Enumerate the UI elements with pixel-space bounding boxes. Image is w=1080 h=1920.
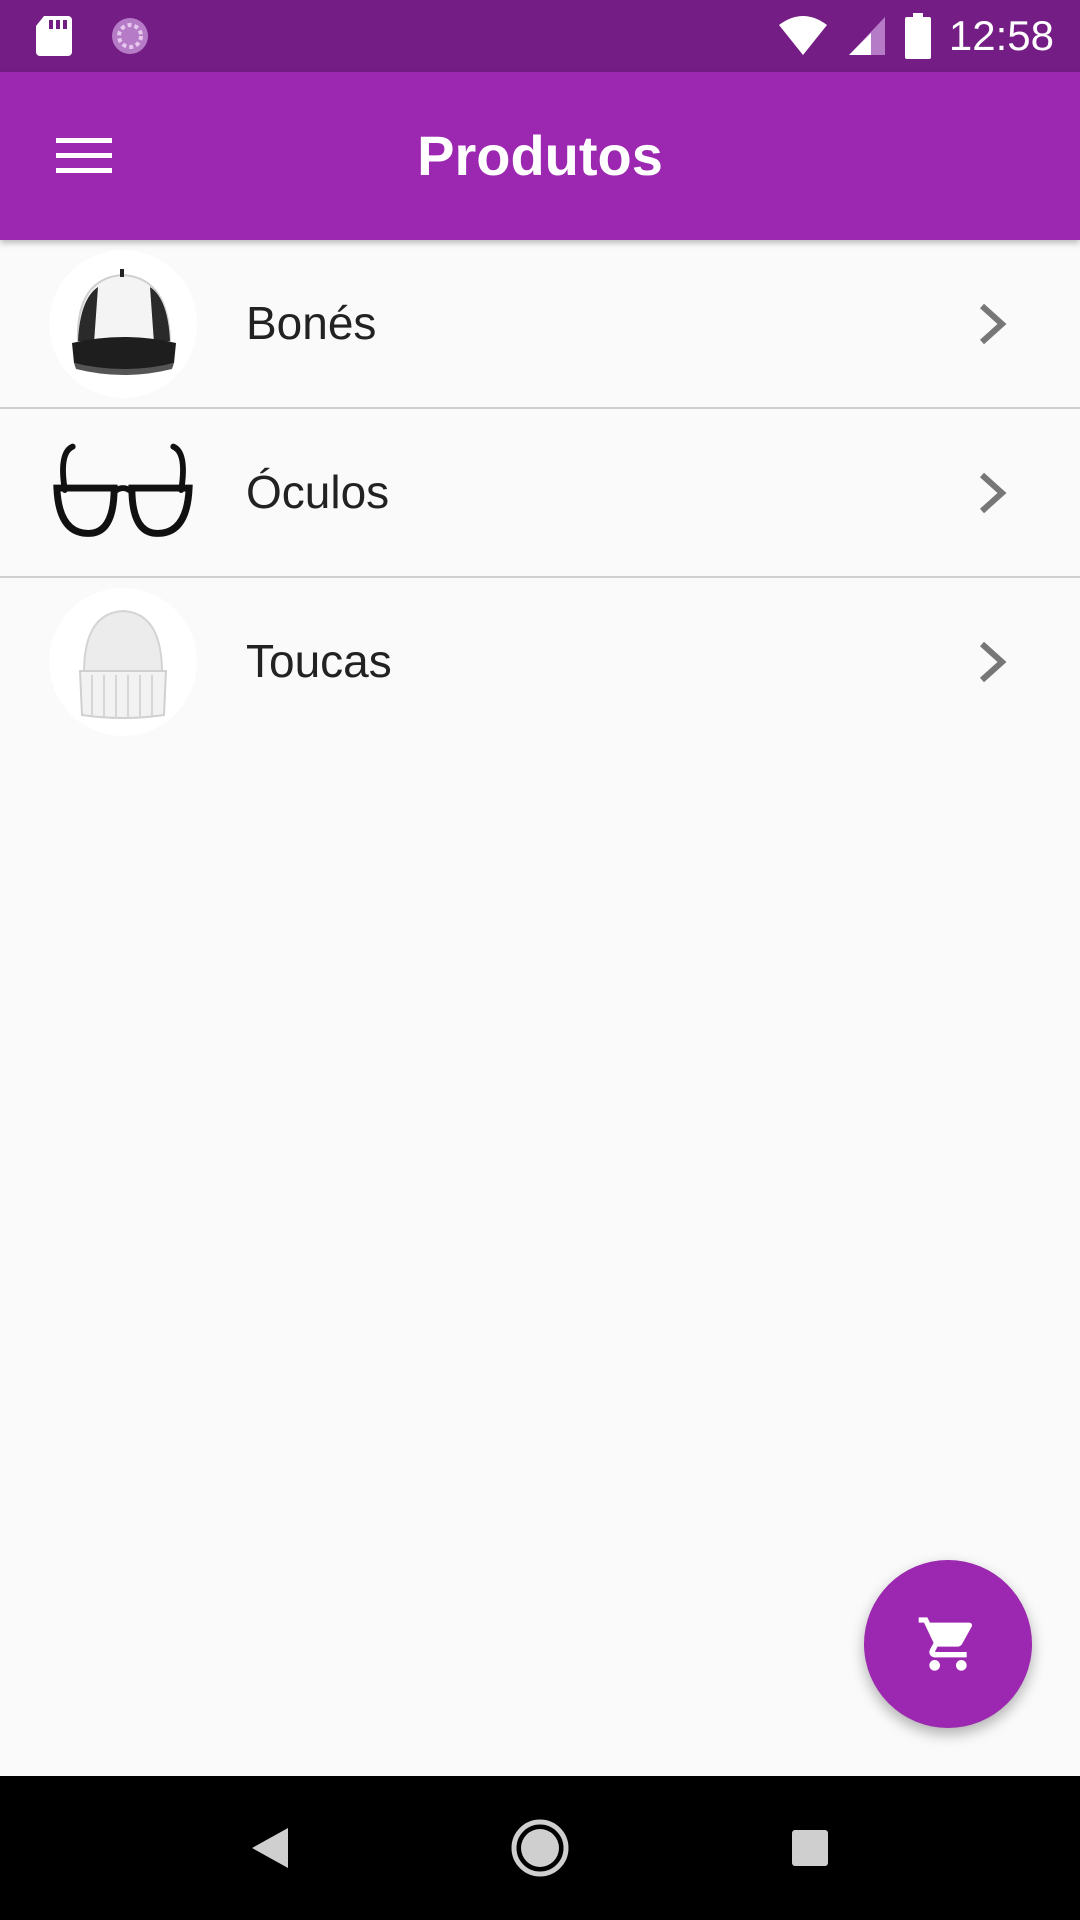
chevron-right-icon bbox=[979, 641, 1007, 683]
list-item-label: Bonés bbox=[246, 297, 377, 349]
status-time: 12:58 bbox=[948, 12, 1054, 59]
list-item-oculos[interactable]: Óculos bbox=[0, 409, 1080, 578]
category-list: Bonés Óculos Toucas bbox=[0, 240, 1080, 745]
back-button[interactable] bbox=[234, 1812, 306, 1884]
shopping-cart-icon bbox=[918, 1617, 973, 1671]
list-item-label: Toucas bbox=[246, 635, 392, 687]
cell-signal-icon bbox=[848, 17, 885, 55]
home-icon bbox=[511, 1819, 569, 1877]
home-button[interactable] bbox=[504, 1812, 576, 1884]
cap-image bbox=[49, 250, 197, 398]
list-item-toucas[interactable]: Toucas bbox=[0, 578, 1080, 745]
status-bar: 12:58 bbox=[0, 0, 1080, 72]
chevron-right-icon bbox=[979, 303, 1007, 345]
list-item-label: Óculos bbox=[246, 466, 390, 518]
glasses-image bbox=[49, 419, 197, 567]
navigation-bar bbox=[0, 1776, 1080, 1920]
recents-button[interactable] bbox=[774, 1812, 846, 1884]
sync-icon bbox=[112, 18, 148, 54]
recents-icon bbox=[792, 1830, 828, 1866]
chevron-right-icon bbox=[979, 472, 1007, 514]
screen: 12:58 Produtos Bonés Óculos Toucas bbox=[0, 0, 1080, 1920]
menu-icon bbox=[56, 138, 112, 173]
battery-icon bbox=[904, 13, 931, 59]
page-title: Produtos bbox=[417, 124, 663, 187]
sd-card-icon bbox=[36, 16, 72, 56]
menu-button[interactable] bbox=[40, 116, 128, 196]
back-icon bbox=[252, 1828, 288, 1868]
wifi-icon bbox=[778, 16, 827, 55]
list-item-bones[interactable]: Bonés bbox=[0, 240, 1080, 409]
cart-button[interactable] bbox=[864, 1560, 1032, 1728]
beanie-image bbox=[49, 588, 197, 736]
app-bar: Produtos bbox=[0, 72, 1080, 240]
